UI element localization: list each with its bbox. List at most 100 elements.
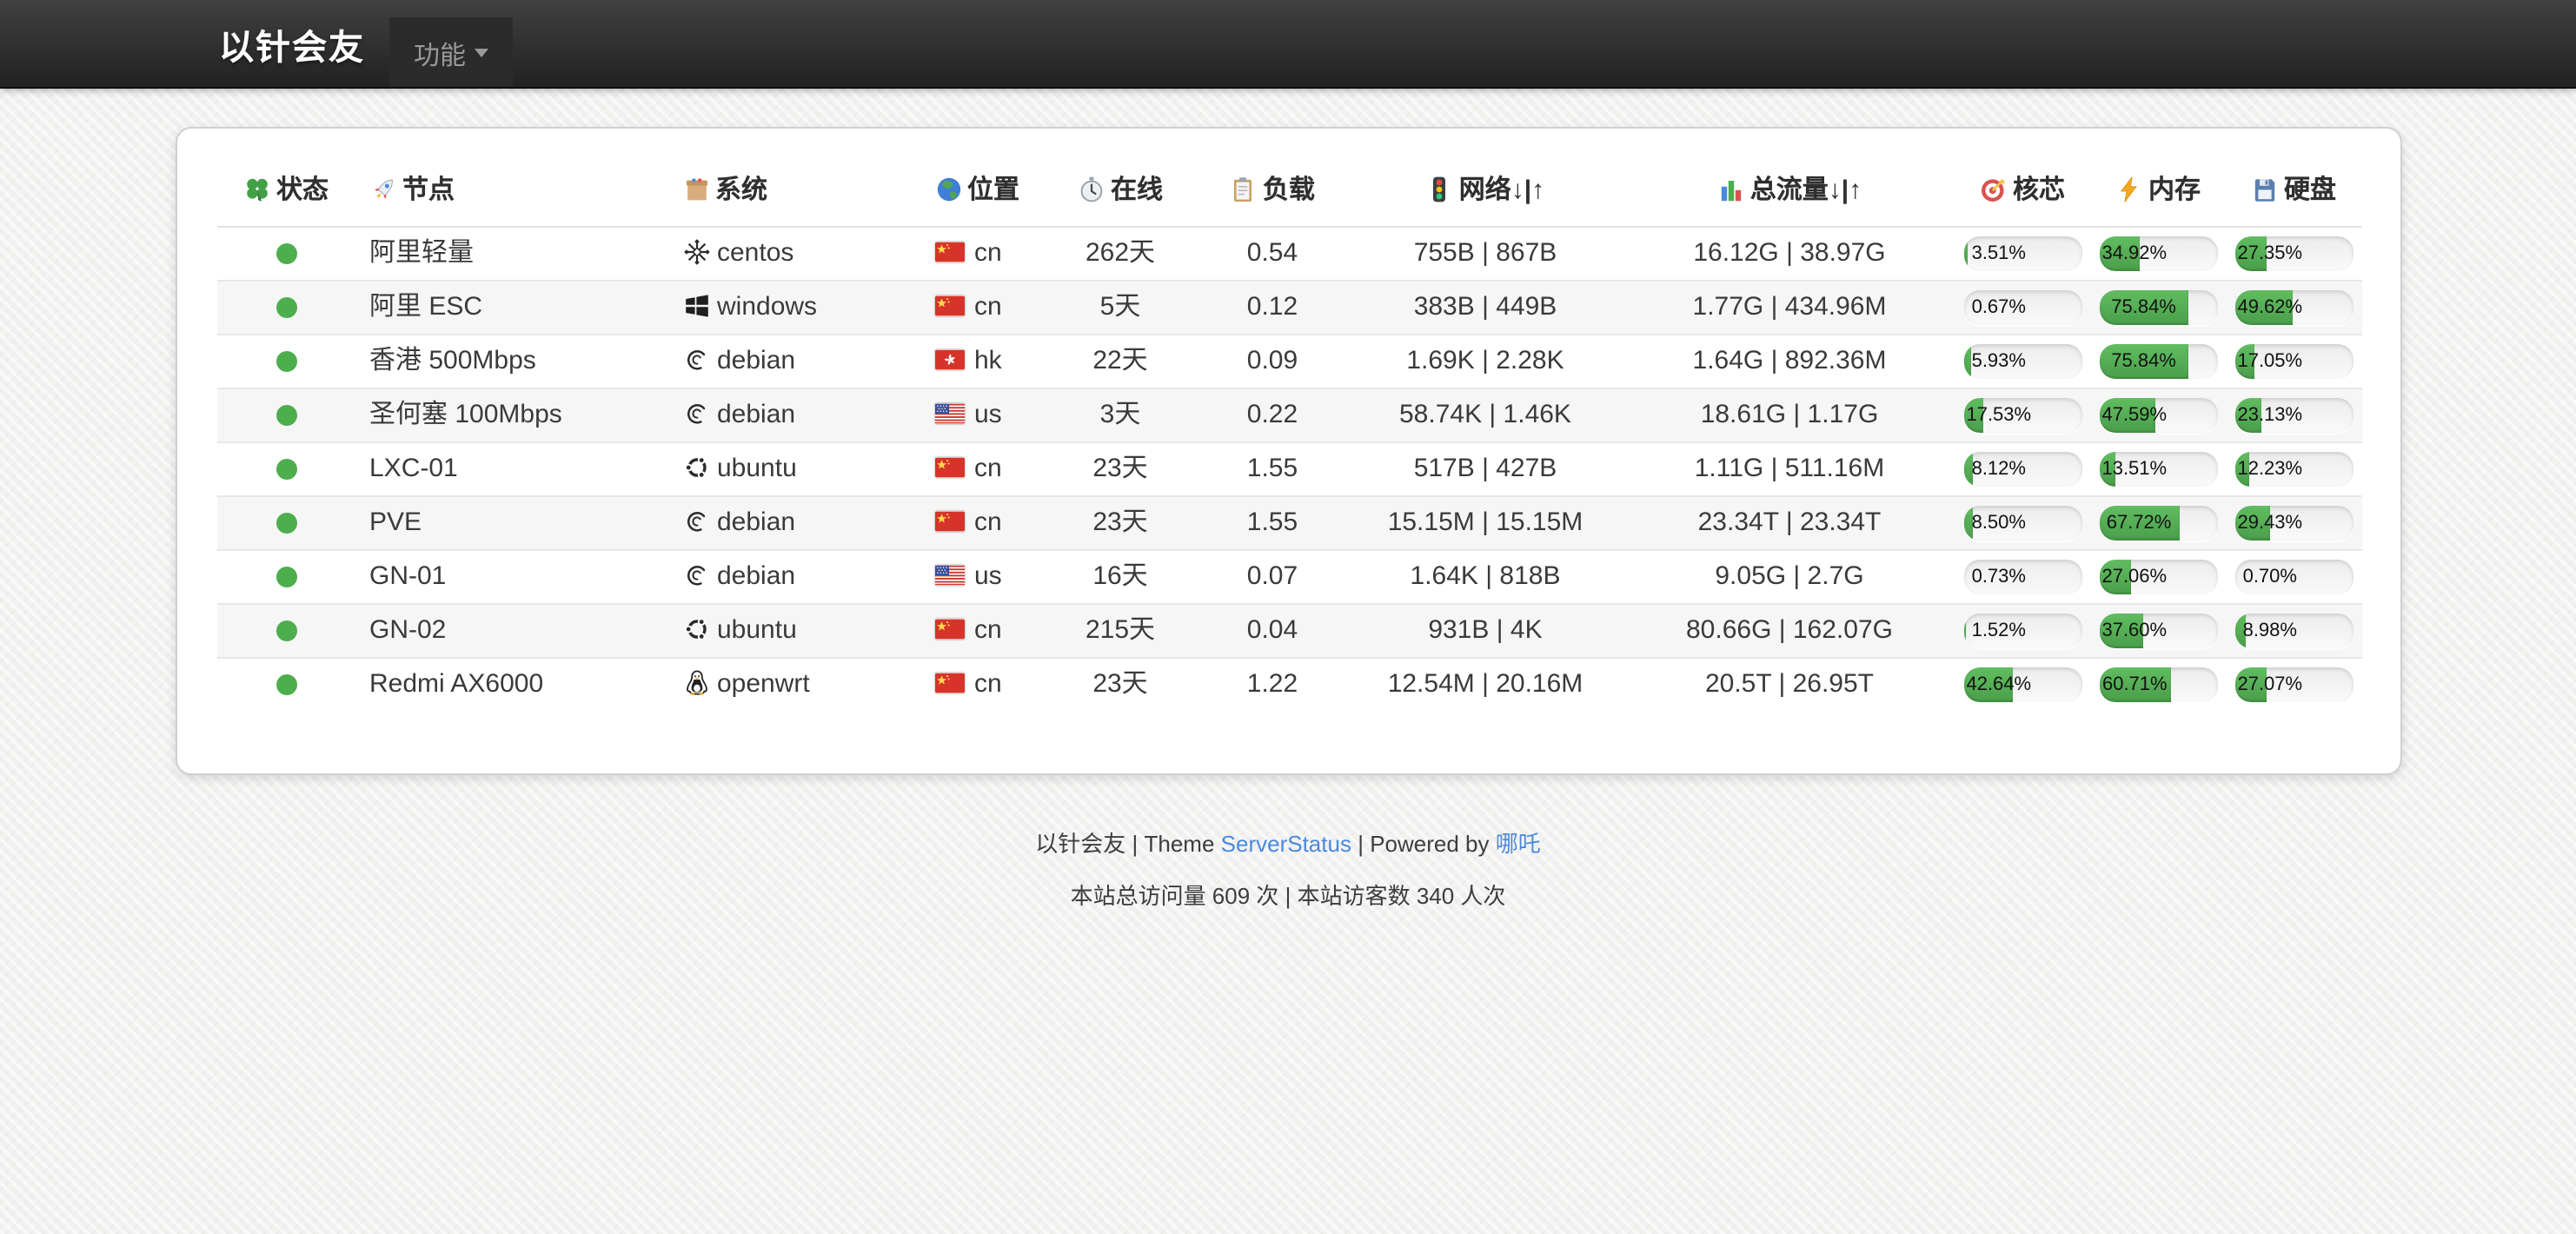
- dart-icon: [1980, 176, 2008, 210]
- traffic-value: 80.66G | 162.07G: [1624, 604, 1955, 658]
- status-cell: [216, 604, 355, 658]
- lightning-icon: [2115, 176, 2143, 210]
- ram-cell: 34.92%: [2090, 227, 2226, 281]
- status-cell: [216, 388, 355, 442]
- debian-icon: [682, 508, 717, 537]
- column-header-disk: 硬盘: [2226, 160, 2361, 227]
- footer-credits-line: 以针会友 | Theme ServerStatus | Powered by 哪…: [0, 826, 2576, 859]
- table-row[interactable]: Redmi AX6000 openwrt cn 23天 1.22 12.54M …: [216, 658, 2361, 711]
- ram-progress-bar: 67.72%: [2099, 506, 2217, 541]
- status-online-dot: [276, 513, 296, 534]
- location-code: us: [974, 400, 1002, 429]
- bar-chart-icon: [1717, 176, 1745, 210]
- traffic-value: 16.12G | 38.97G: [1624, 227, 1955, 281]
- uptime-value: 23天: [1042, 496, 1198, 550]
- disk-cell: 8.98%: [2226, 604, 2361, 658]
- status-online-dot: [276, 243, 296, 264]
- flag-us-icon: [934, 561, 974, 591]
- disk-percent-label: 17.05%: [2237, 344, 2302, 379]
- os-cell: debian: [668, 496, 920, 550]
- os-cell: ubuntu: [668, 604, 920, 658]
- uptime-value: 3天: [1042, 388, 1198, 442]
- ram-cell: 67.72%: [2090, 496, 2226, 550]
- location-code: cn: [974, 669, 1002, 699]
- os-name: ubuntu: [717, 615, 797, 645]
- location-code: cn: [974, 238, 1002, 268]
- cpu-progress-bar: 0.73%: [1963, 560, 2081, 594]
- os-name: openwrt: [717, 669, 810, 699]
- node-name: 香港 500Mbps: [355, 335, 668, 388]
- location-cell: us: [920, 388, 1042, 442]
- uptime-value: 23天: [1042, 658, 1198, 711]
- cpu-progress-bar: 0.67%: [1963, 290, 2081, 325]
- table-row[interactable]: 阿里轻量 centos cn 262天 0.54 755B | 867B 16.…: [216, 227, 2361, 281]
- location-cell: cn: [920, 227, 1042, 281]
- powered-by-link[interactable]: 哪吒: [1496, 831, 1541, 857]
- menu-dropdown-toggle[interactable]: 功能: [389, 17, 513, 87]
- caret-down-icon: [475, 49, 488, 57]
- disk-progress-bar: 27.07%: [2234, 667, 2353, 702]
- flag-cn-icon: [934, 615, 974, 645]
- location-code: hk: [974, 346, 1002, 375]
- os-cell: centos: [668, 227, 920, 281]
- disk-percent-label: 29.43%: [2237, 506, 2302, 541]
- table-row[interactable]: GN-02 ubuntu cn 215天 0.04 931B | 4K 80.6…: [216, 604, 2361, 658]
- table-row[interactable]: 阿里 ESC windows cn 5天 0.12 383B | 449B 1.…: [216, 281, 2361, 335]
- node-name: GN-02: [355, 604, 668, 658]
- ram-percent-label: 13.51%: [2101, 452, 2167, 487]
- os-cell: ubuntu: [668, 442, 920, 496]
- server-status-card: 状态节点系统位置在线负载网络↓|↑总流量↓|↑核芯内存硬盘 阿里轻量 cento…: [175, 127, 2401, 775]
- column-header-label: 节点: [402, 176, 455, 205]
- cpu-percent-label: 5.93%: [1972, 344, 2026, 379]
- os-name: debian: [717, 561, 795, 591]
- column-header-label: 网络↓|↑: [1459, 176, 1544, 205]
- network-value: 383B | 449B: [1346, 281, 1624, 335]
- disk-cell: 29.43%: [2226, 496, 2361, 550]
- cpu-progress-bar: 42.64%: [1963, 667, 2081, 702]
- column-header-label: 总流量↓|↑: [1750, 176, 1862, 205]
- disk-progress-bar: 29.43%: [2234, 506, 2353, 541]
- ram-cell: 13.51%: [2090, 442, 2226, 496]
- disk-cell: 49.62%: [2226, 281, 2361, 335]
- os-name: debian: [717, 346, 795, 375]
- network-value: 58.74K | 1.46K: [1346, 388, 1624, 442]
- ram-progress-bar: 27.06%: [2099, 560, 2217, 594]
- network-value: 931B | 4K: [1346, 604, 1624, 658]
- ram-progress-bar: 75.84%: [2099, 344, 2217, 379]
- ram-progress-bar: 75.84%: [2099, 290, 2217, 325]
- cpu-cell: 42.64%: [1955, 658, 2090, 711]
- os-cell: debian: [668, 550, 920, 604]
- disk-cell: 0.70%: [2226, 550, 2361, 604]
- table-row[interactable]: PVE debian cn 23天 1.55 15.15M | 15.15M 2…: [216, 496, 2361, 550]
- uptime-value: 262天: [1042, 227, 1198, 281]
- node-name: PVE: [355, 496, 668, 550]
- location-cell: hk: [920, 335, 1042, 388]
- node-name: 阿里 ESC: [355, 281, 668, 335]
- table-row[interactable]: 香港 500Mbps debian hk 22天 0.09 1.69K | 2.…: [216, 335, 2361, 388]
- status-cell: [216, 227, 355, 281]
- ram-progress-bar: 47.59%: [2099, 398, 2217, 433]
- column-header-label: 内存: [2148, 176, 2201, 205]
- column-header-node: 节点: [355, 160, 668, 227]
- table-row[interactable]: LXC-01 ubuntu cn 23天 1.55 517B | 427B 1.…: [216, 442, 2361, 496]
- traffic-light-icon: [1426, 176, 1454, 210]
- theme-link[interactable]: ServerStatus: [1221, 831, 1351, 857]
- ubuntu-icon: [682, 454, 717, 483]
- table-row[interactable]: GN-01 debian us 16天 0.07 1.64K | 818B 9.…: [216, 550, 2361, 604]
- status-online-dot: [276, 297, 296, 318]
- load-value: 0.04: [1198, 604, 1346, 658]
- traffic-value: 20.5T | 26.95T: [1624, 658, 1955, 711]
- column-header-status: 状态: [216, 160, 355, 227]
- uptime-value: 23天: [1042, 442, 1198, 496]
- brand-link[interactable]: 以针会友: [219, 18, 365, 69]
- disk-percent-label: 49.62%: [2237, 290, 2302, 325]
- status-cell: [216, 658, 355, 711]
- column-header-label: 位置: [967, 176, 1019, 205]
- table-row[interactable]: 圣何塞 100Mbps debian us 3天 0.22 58.74K | 1…: [216, 388, 2361, 442]
- status-online-dot: [276, 405, 296, 426]
- cpu-percent-label: 3.51%: [1972, 236, 2026, 271]
- debian-icon: [682, 400, 717, 429]
- cpu-cell: 17.53%: [1955, 388, 2090, 442]
- cpu-percent-label: 1.52%: [1972, 614, 2026, 648]
- load-value: 0.09: [1198, 335, 1346, 388]
